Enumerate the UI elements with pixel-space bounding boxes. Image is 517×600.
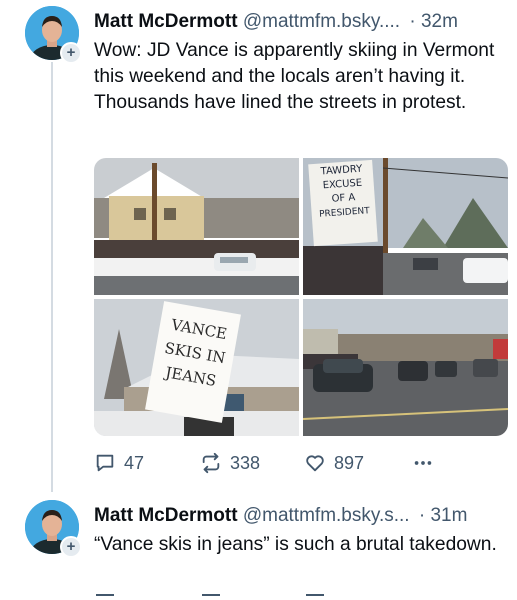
author-name[interactable]: Matt McDermott	[94, 505, 238, 526]
reply-button[interactable]: 47	[94, 450, 144, 476]
photo-protest-street[interactable]	[94, 158, 299, 295]
ellipsis-icon	[414, 461, 432, 465]
repost-button[interactable]: 338	[200, 450, 260, 476]
protest-sign-top-right: TAWDRY EXCUSE OF A PRESIDENT	[311, 162, 375, 222]
post-actions: 47 338 897	[94, 450, 514, 476]
post-text: “Vance skis in jeans” is such a brutal t…	[94, 534, 497, 555]
separator: ·	[409, 11, 416, 32]
image-grid[interactable]: TAWDRY EXCUSE OF A PRESIDENT VANCE SKIS …	[94, 158, 508, 436]
reply-icon	[96, 454, 114, 472]
author-name[interactable]: Matt McDermott	[94, 11, 238, 32]
thread-line	[51, 62, 53, 492]
author-handle[interactable]: @mattmfm.bsky.s...	[243, 505, 410, 526]
post-actions-partial	[94, 594, 394, 600]
post-header: Matt McDermott @mattmfm.bsky.s... · 31m	[94, 504, 467, 528]
like-button[interactable]: 897	[304, 450, 364, 476]
author-handle[interactable]: @mattmfm.bsky....	[243, 11, 400, 32]
like-count: 897	[334, 452, 365, 473]
photo-sign-tawdry-excuse[interactable]: TAWDRY EXCUSE OF A PRESIDENT	[303, 158, 508, 295]
follow-plus-icon[interactable]: +	[60, 536, 82, 558]
repost-icon	[202, 452, 220, 474]
reply-count: 47	[124, 452, 145, 473]
post-header: Matt McDermott @mattmfm.bsky.... · 32m	[94, 10, 458, 34]
photo-sign-vance-skis-in-jeans[interactable]: VANCE SKIS IN JEANS	[94, 299, 299, 436]
photo-motorcade-street[interactable]	[303, 299, 508, 436]
heart-icon	[306, 455, 324, 472]
follow-plus-icon[interactable]: +	[60, 42, 82, 64]
post-text: Wow: JD Vance is apparently skiing in Ve…	[94, 40, 495, 113]
separator: ·	[418, 505, 426, 526]
post-time[interactable]: 32m	[421, 11, 458, 32]
more-options-button[interactable]	[412, 450, 442, 476]
repost-count: 338	[230, 452, 261, 473]
protest-sign-bottom-left: VANCE SKIS IN JEANS	[154, 311, 235, 394]
post-time[interactable]: 31m	[430, 505, 467, 526]
